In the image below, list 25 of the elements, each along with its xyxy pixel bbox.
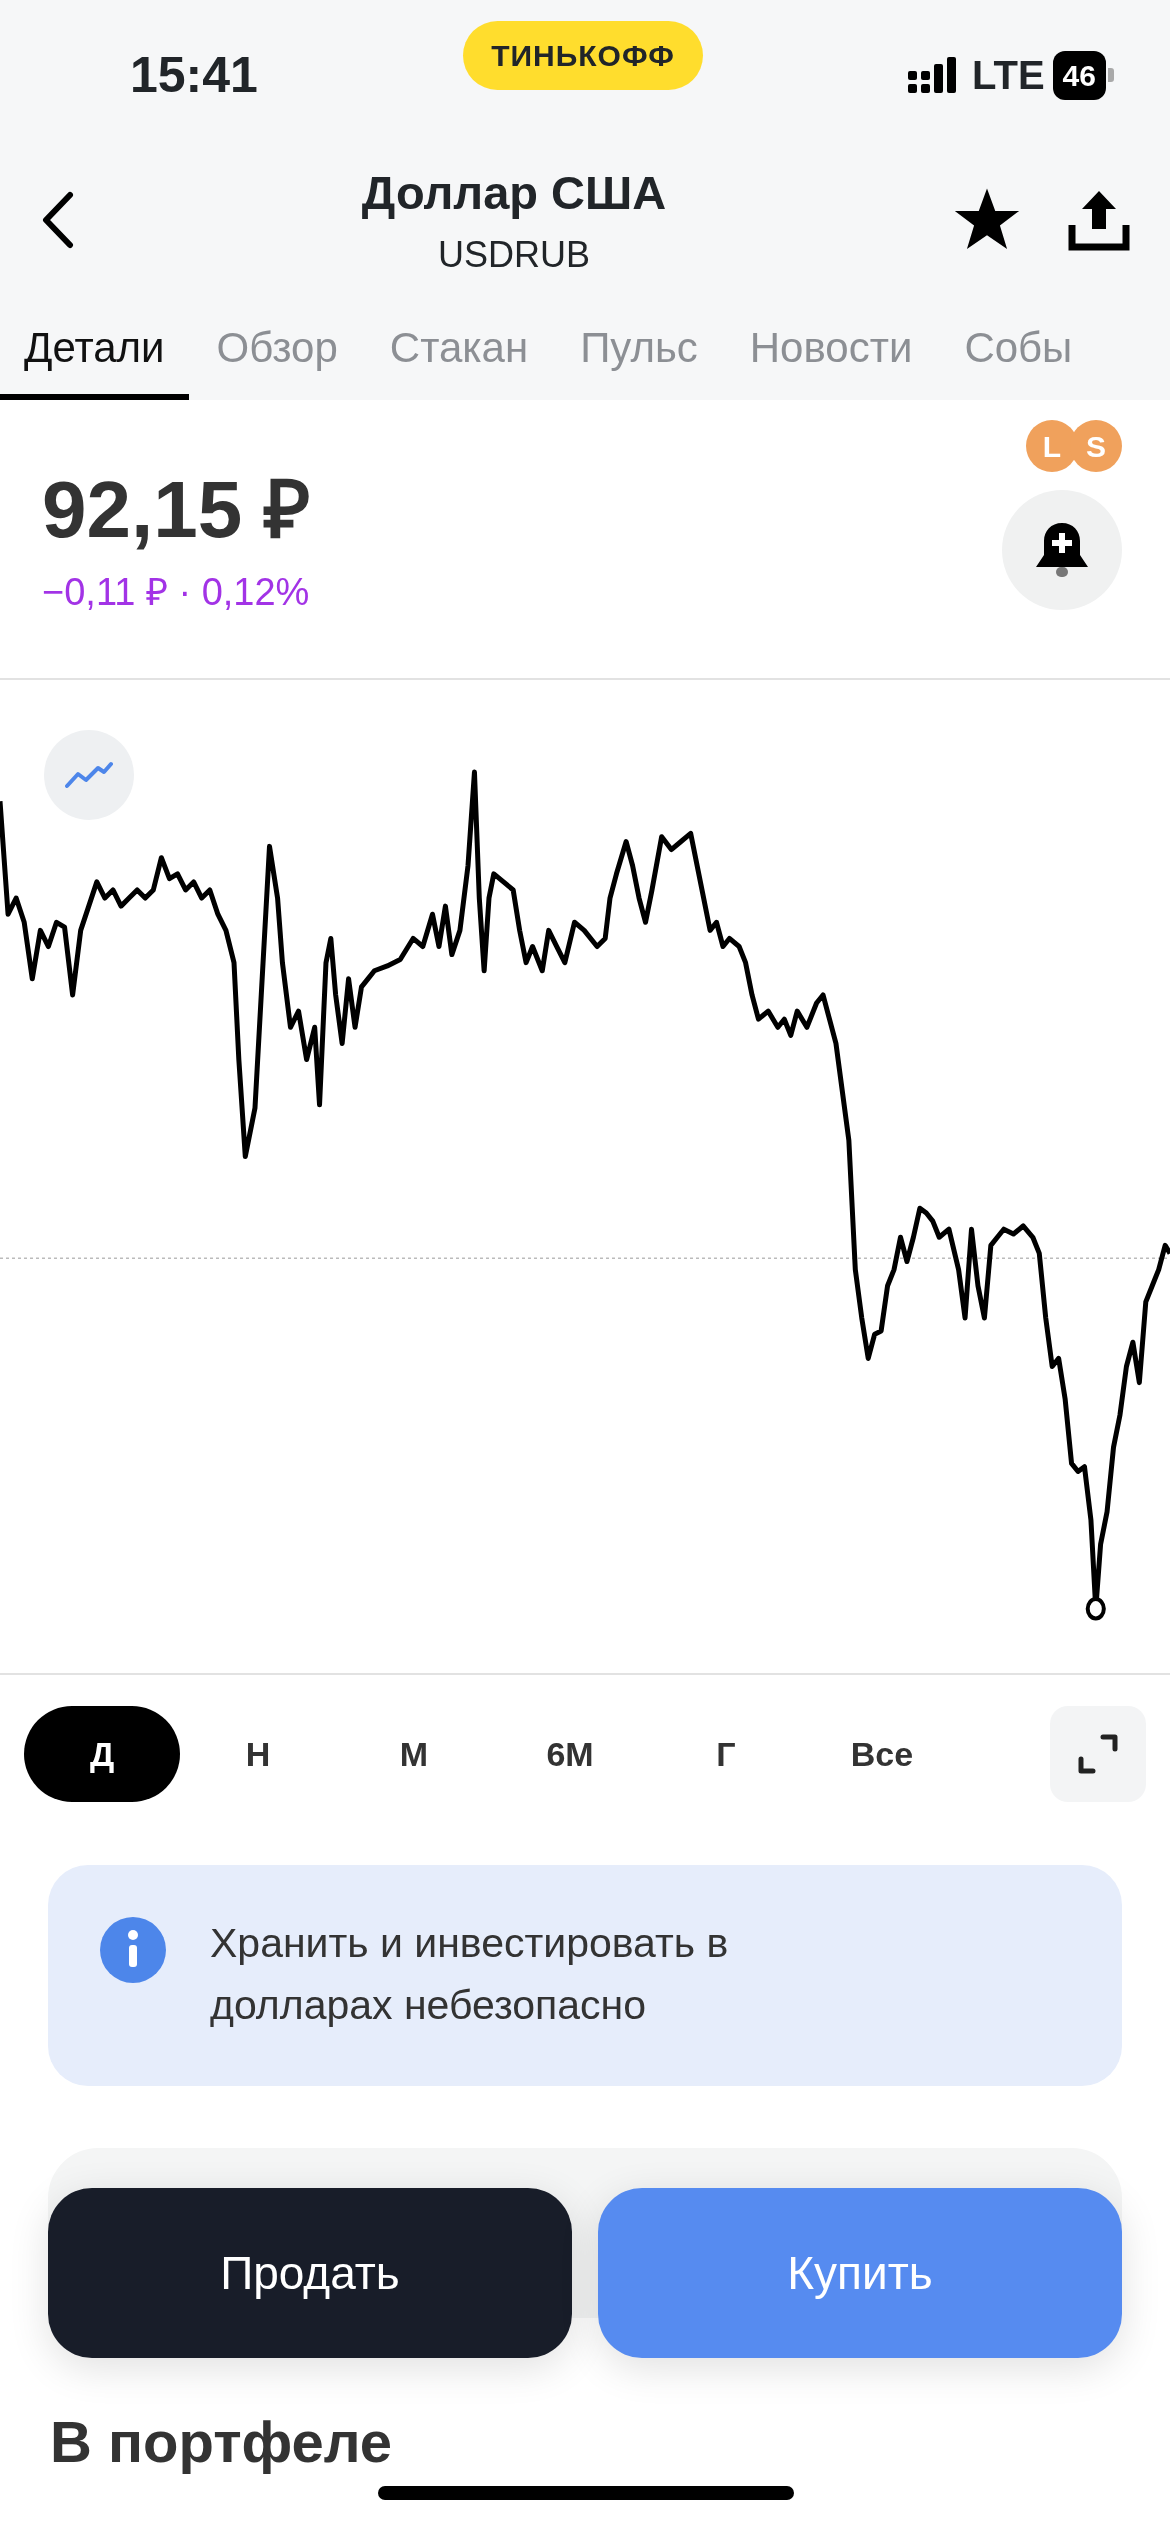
share-icon[interactable] bbox=[1068, 189, 1130, 251]
info-icon bbox=[100, 1917, 166, 1983]
battery-cap-icon bbox=[1108, 68, 1114, 82]
period-tab[interactable]: М bbox=[336, 1706, 492, 1802]
tab[interactable]: Детали bbox=[0, 290, 189, 400]
price-value: 92,15 ₽ bbox=[42, 470, 312, 550]
period-tab[interactable]: Н bbox=[180, 1706, 336, 1802]
sell-button[interactable]: Продать bbox=[48, 2188, 572, 2358]
warning-notice: Хранить и инвестировать в долларах небезопасно bbox=[210, 1919, 730, 2030]
section-title: В портфеле bbox=[50, 2408, 394, 2476]
instrument-title: Доллар США bbox=[361, 164, 667, 221]
period-tab[interactable]: Д bbox=[24, 1706, 180, 1802]
back-icon[interactable] bbox=[40, 191, 74, 249]
battery-level: 46 bbox=[1052, 50, 1106, 100]
trend-line-icon bbox=[64, 760, 114, 790]
ticker-subtitle: USDRUB bbox=[438, 233, 590, 278]
status-time: 15:41 bbox=[130, 45, 258, 105]
price-change: −0,11 ₽ · 0,12% bbox=[42, 570, 311, 615]
network-type: LTE bbox=[972, 52, 1045, 99]
period-tab[interactable]: Все bbox=[804, 1706, 960, 1802]
period-tab[interactable]: Г bbox=[648, 1706, 804, 1802]
expand-button[interactable] bbox=[1050, 1706, 1146, 1802]
expand-icon bbox=[1077, 1733, 1119, 1775]
period-tab[interactable]: 6М bbox=[492, 1706, 648, 1802]
bank-logo-badge: ТИНЬКОФФ bbox=[463, 20, 703, 90]
